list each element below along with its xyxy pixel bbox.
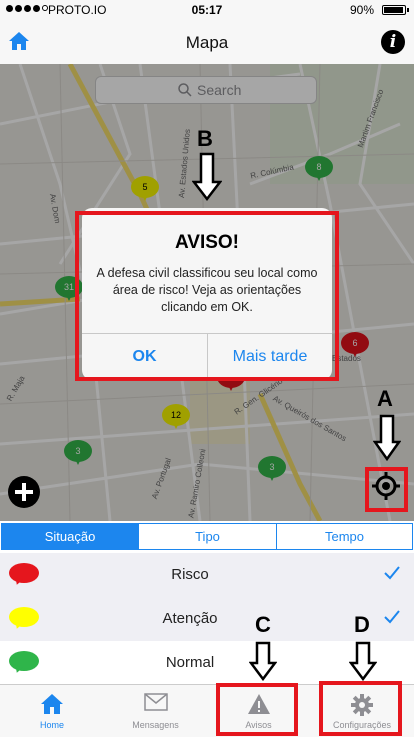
- tab-home[interactable]: Home: [0, 685, 104, 737]
- battery-percent: 90%: [349, 3, 374, 17]
- plus-icon: [15, 483, 33, 501]
- annotation-letter-b: B: [197, 126, 213, 151]
- info-icon[interactable]: i: [381, 30, 405, 54]
- legend-row-atencao[interactable]: Atenção: [0, 597, 414, 642]
- add-button[interactable]: [8, 476, 40, 508]
- home-icon: [41, 694, 63, 714]
- highlight-box-b: [75, 211, 339, 381]
- nav-bar: Mapa i: [0, 20, 414, 65]
- arrow-down-icon: [249, 641, 277, 681]
- checkmark-icon: [384, 610, 400, 624]
- legend-label: Risco: [171, 566, 209, 583]
- highlight-box-d: [319, 681, 402, 736]
- checkmark-icon: [384, 566, 400, 580]
- arrow-down-icon: [192, 152, 222, 202]
- tab-label: Mensagens: [132, 720, 179, 730]
- status-bar: PROTO.IO 05:17 90%: [0, 0, 414, 20]
- page-title: Mapa: [185, 33, 229, 52]
- annotation-letter-c: C: [255, 612, 271, 637]
- tab-label: Home: [39, 720, 64, 730]
- segment-tipo[interactable]: Tipo: [138, 523, 277, 550]
- highlight-box-c: [216, 683, 298, 736]
- legend-label: Atenção: [162, 610, 218, 627]
- legend-row-risco[interactable]: Risco: [0, 553, 414, 598]
- annotation-letter-a: A: [377, 386, 393, 411]
- tab-mensagens[interactable]: Mensagens: [104, 685, 207, 737]
- highlight-box-a: [365, 467, 408, 512]
- annotation-letter-d: D: [354, 612, 370, 637]
- arrow-down-icon: [373, 414, 401, 462]
- filter-segmented-control: Situação Tipo Tempo: [0, 521, 414, 551]
- legend-label: Normal: [165, 654, 215, 671]
- envelope-icon: [143, 693, 168, 711]
- battery-icon: [382, 5, 409, 15]
- segment-situacao[interactable]: Situação: [1, 523, 139, 550]
- segment-tempo[interactable]: Tempo: [276, 523, 413, 550]
- arrow-down-icon: [349, 641, 377, 681]
